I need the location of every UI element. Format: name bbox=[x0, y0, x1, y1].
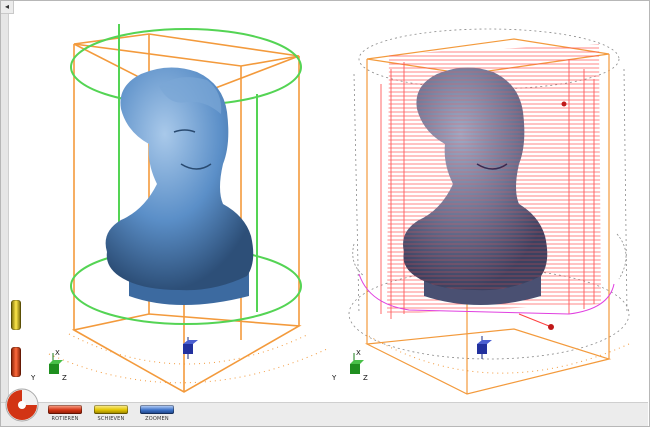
left-scene bbox=[48, 24, 328, 393]
axis-x-label: X bbox=[55, 349, 60, 357]
red-toggle-button[interactable] bbox=[11, 347, 21, 377]
left-origin-marker bbox=[183, 337, 198, 359]
right-scene bbox=[348, 28, 630, 395]
yellow-toggle-button[interactable] bbox=[11, 300, 21, 330]
svg-text:X: X bbox=[356, 349, 361, 357]
zoom-mode-label: ZOOMEN bbox=[145, 416, 169, 422]
axis-y-label: Y bbox=[30, 374, 36, 382]
svg-text:Y: Y bbox=[331, 374, 337, 382]
svg-text:Z: Z bbox=[363, 374, 368, 382]
rotation-dial-icon[interactable] bbox=[4, 387, 40, 423]
collapse-arrow-icon[interactable]: ◂ bbox=[1, 1, 14, 14]
viewport-canvas[interactable]: X Y Z X Y Z bbox=[9, 14, 647, 402]
zoom-mode-button[interactable] bbox=[140, 405, 174, 414]
left-axis-triad-icon: X Y Z bbox=[30, 349, 67, 382]
right-origin-marker bbox=[477, 336, 492, 359]
rotate-mode-button[interactable] bbox=[48, 405, 82, 414]
right-axis-triad-icon: X Y Z bbox=[331, 349, 368, 382]
rotate-mode-label: ROTIEREN bbox=[51, 416, 79, 422]
pan-mode-button[interactable] bbox=[94, 405, 128, 414]
left-sidebar-strip bbox=[1, 14, 9, 402]
pan-mode-label: SCHIEVEN bbox=[97, 416, 125, 422]
3d-viewport[interactable]: X Y Z X Y Z bbox=[9, 14, 647, 402]
axis-z-label: Z bbox=[62, 374, 67, 382]
